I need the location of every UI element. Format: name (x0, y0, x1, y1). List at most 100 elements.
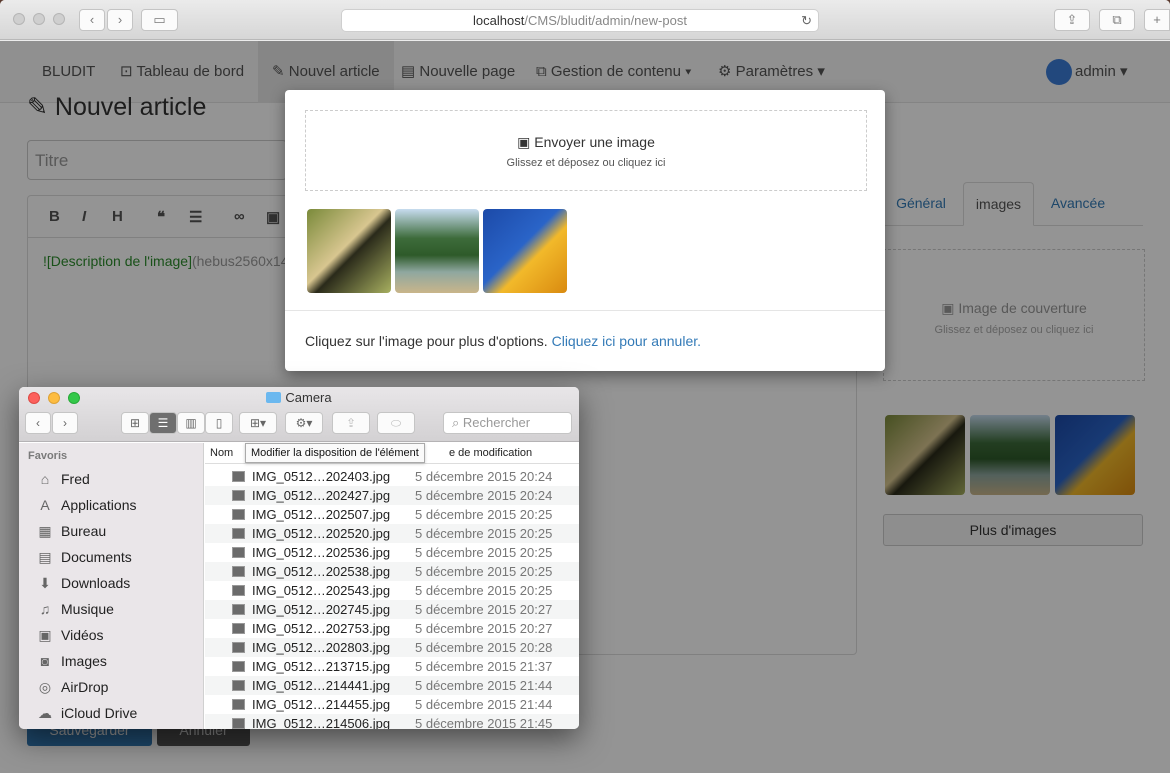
share-icon[interactable]: ⇪ (332, 412, 370, 434)
table-row[interactable]: IMG_0512…202538.jpg 5 décembre 2015 20:25 (205, 562, 579, 581)
url-host: localhost (473, 13, 525, 28)
table-row[interactable]: IMG_0512…202507.jpg 5 décembre 2015 20:25 (205, 505, 579, 524)
file-name: IMG_0512…202543.jpg (252, 583, 391, 598)
table-row[interactable]: IMG_0512…202520.jpg 5 décembre 2015 20:25 (205, 524, 579, 543)
dropzone-title: ▣ Envoyer une image (306, 134, 866, 151)
reload-icon[interactable]: ↻ (801, 10, 812, 31)
sidebar-item-applications[interactable]: A Applications (35, 494, 137, 516)
share-icon[interactable]: ⇪ (1054, 9, 1090, 31)
arrange-icon[interactable]: ⊞▾ (239, 412, 277, 434)
sidebar-item-label: Fred (61, 471, 90, 487)
image-file-icon (232, 642, 245, 653)
file-date: 5 décembre 2015 21:44 (415, 697, 553, 712)
sidebar-item-downloads[interactable]: ⬇ Downloads (35, 572, 130, 594)
file-name: IMG_0512…202536.jpg (252, 545, 391, 560)
table-row[interactable]: IMG_0512…202803.jpg 5 décembre 2015 20:28 (205, 638, 579, 657)
close-window-button[interactable] (13, 13, 25, 25)
finder-title-text: Camera (285, 390, 332, 405)
upload-dropzone[interactable]: ▣ Envoyer une image Glissez et déposez o… (305, 110, 867, 191)
dropzone-title-text: Envoyer une image (534, 134, 655, 150)
table-row[interactable]: IMG_0512…213715.jpg 5 décembre 2015 21:37 (205, 657, 579, 676)
file-date: 5 décembre 2015 20:24 (415, 488, 553, 503)
sidebar-item-home[interactable]: ⌂ Fred (35, 468, 90, 490)
image-file-icon (232, 471, 245, 482)
table-row[interactable]: IMG_0512…214441.jpg 5 décembre 2015 21:44 (205, 676, 579, 695)
cloud-icon: ☁ (38, 705, 52, 721)
video-icon: ▣ (38, 627, 52, 643)
sidebar-item-label: Applications (61, 497, 137, 513)
file-name: IMG_0512…202745.jpg (252, 602, 391, 617)
sidebar-item-videos[interactable]: ▣ Vidéos (35, 624, 104, 646)
file-name: IMG_0512…202403.jpg (252, 469, 391, 484)
sidebar-item-icloud[interactable]: ☁ iCloud Drive (35, 702, 137, 724)
minimize-window-button[interactable] (33, 13, 45, 25)
address-bar[interactable]: localhost/CMS/bludit/admin/new-post ↻ (341, 9, 819, 32)
table-row[interactable]: IMG_0512…202753.jpg 5 décembre 2015 20:27 (205, 619, 579, 638)
back-icon[interactable]: ‹ (79, 9, 105, 31)
modal-thumbnail[interactable] (395, 209, 479, 293)
file-date: 5 décembre 2015 20:27 (415, 602, 553, 617)
url-path: /CMS/bludit/admin/new-post (524, 13, 687, 28)
modal-footer: Cliquez sur l'image pour plus d'options.… (285, 310, 885, 371)
music-icon: ♫ (39, 601, 51, 617)
action-gear-icon[interactable]: ⚙▾ (285, 412, 323, 434)
new-tab-icon[interactable]: + (1144, 9, 1170, 31)
table-row[interactable]: IMG_0512…202536.jpg 5 décembre 2015 20:25 (205, 543, 579, 562)
forward-icon[interactable]: › (107, 9, 133, 31)
image-file-icon (232, 509, 245, 520)
column-date-header[interactable]: e de modification (449, 443, 532, 463)
sidebar-item-desktop[interactable]: ▦ Bureau (35, 520, 106, 542)
search-placeholder: Rechercher (462, 415, 531, 430)
cancel-link[interactable]: Cliquez ici pour annuler. (552, 333, 701, 349)
image-file-icon (232, 566, 245, 577)
sidebar-item-label: AirDrop (61, 679, 109, 695)
sidebar-item-music[interactable]: ♫ Musique (35, 598, 114, 620)
back-icon[interactable]: ‹ (25, 412, 51, 434)
table-row[interactable]: IMG_0512…202745.jpg 5 décembre 2015 20:27 (205, 600, 579, 619)
file-name: IMG_0512…202507.jpg (252, 507, 391, 522)
column-name-header[interactable]: Nom (210, 443, 233, 463)
image-file-icon (232, 604, 245, 615)
tabs-icon[interactable]: ⧉ (1099, 9, 1135, 31)
file-name: IMG_0512…202538.jpg (252, 564, 391, 579)
table-row[interactable]: IMG_0512…214455.jpg 5 décembre 2015 21:44 (205, 695, 579, 714)
file-date: 5 décembre 2015 20:28 (415, 640, 553, 655)
sidebar-item-airdrop[interactable]: ◎ AirDrop (35, 676, 109, 698)
search-icon: ⌕ (452, 415, 460, 430)
search-input[interactable]: ⌕ Rechercher (443, 412, 572, 434)
file-name: IMG_0512…214441.jpg (252, 678, 391, 693)
sidebar-item-documents[interactable]: ▤ Documents (35, 546, 131, 568)
file-date: 5 décembre 2015 20:25 (415, 583, 553, 598)
file-date: 5 décembre 2015 20:25 (415, 507, 553, 522)
list-view-icon[interactable]: ☰ (149, 412, 177, 434)
sidebar-item-label: Vidéos (61, 627, 104, 643)
icon-view-icon[interactable]: ⊞ (121, 412, 149, 434)
image-file-icon (232, 490, 245, 501)
sidebar-item-pictures[interactable]: ◙ Images (35, 650, 107, 672)
image-file-icon (232, 547, 245, 558)
airdrop-icon: ◎ (38, 679, 52, 695)
folder-icon (266, 392, 282, 403)
table-row[interactable]: IMG_0512…202403.jpg 5 décembre 2015 20:24 (205, 467, 579, 486)
table-row[interactable]: IMG_0512…202543.jpg 5 décembre 2015 20:25 (205, 581, 579, 600)
image-file-icon (232, 661, 245, 672)
zoom-window-button[interactable] (53, 13, 65, 25)
sidebar-toggle-icon[interactable]: ▭ (141, 9, 178, 31)
documents-icon: ▤ (38, 549, 52, 565)
tooltip: Modifier la disposition de l'élément (245, 443, 425, 463)
column-view-icon[interactable]: ▥ (177, 412, 205, 434)
table-row[interactable]: IMG_0512…214506.jpg 5 décembre 2015 21:45 (205, 714, 579, 729)
finder-sidebar: Favoris ⌂ Fred A Applications ▦ Bureau ▤ Doc… (19, 443, 204, 729)
dropzone-subtitle: Glissez et déposez ou cliquez ici (506, 157, 666, 169)
file-date: 5 décembre 2015 20:25 (415, 526, 553, 541)
modal-thumbnail[interactable] (307, 209, 391, 293)
tag-icon[interactable]: ⬭ (377, 412, 415, 434)
image-file-icon (232, 718, 245, 729)
modal-thumbnail[interactable] (483, 209, 567, 293)
file-date: 5 décembre 2015 21:44 (415, 678, 553, 693)
file-date: 5 décembre 2015 20:25 (415, 545, 553, 560)
forward-icon[interactable]: › (52, 412, 78, 434)
table-row[interactable]: IMG_0512…202427.jpg 5 décembre 2015 20:24 (205, 486, 579, 505)
cover-flow-icon[interactable]: ▯ (205, 412, 233, 434)
downloads-icon: ⬇ (39, 575, 51, 591)
